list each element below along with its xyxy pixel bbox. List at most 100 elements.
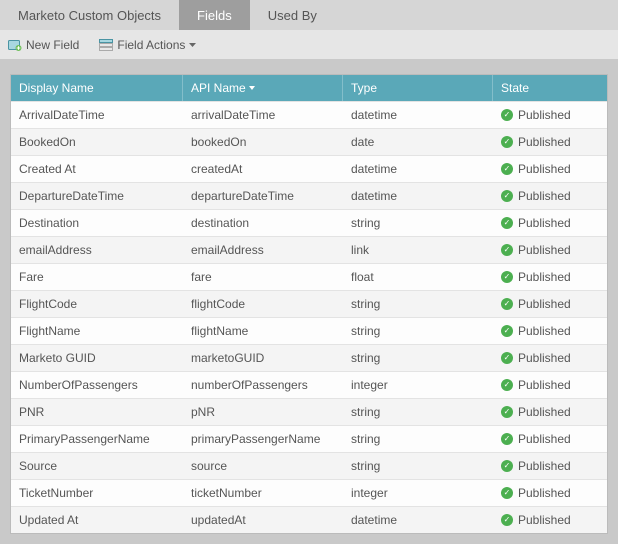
table-row[interactable]: ArrivalDateTimearrivalDateTimedatetime✓P… — [11, 101, 607, 128]
toolbar: New Field Field Actions — [0, 30, 618, 60]
cell-display-name: FlightName — [11, 318, 183, 344]
col-header-display-name[interactable]: Display Name — [11, 75, 183, 101]
cell-state: ✓ Published — [493, 264, 607, 290]
cell-type: datetime — [343, 156, 493, 182]
cell-api-name: numberOfPassengers — [183, 372, 343, 398]
field-actions-button[interactable]: Field Actions — [99, 38, 196, 52]
col-header-label: Type — [351, 81, 377, 95]
tab-used-by[interactable]: Used By — [250, 0, 335, 30]
table-row[interactable]: Destinationdestinationstring✓Published — [11, 209, 607, 236]
state-label: Published — [518, 162, 571, 176]
cell-display-name: TicketNumber — [11, 480, 183, 506]
check-circle-icon: ✓ — [501, 460, 513, 472]
cell-state: ✓ Published — [493, 183, 607, 209]
cell-display-name: Source — [11, 453, 183, 479]
field-actions-icon — [99, 39, 113, 51]
col-header-type[interactable]: Type — [343, 75, 493, 101]
cell-type: string — [343, 426, 493, 452]
fields-table: Display Name API Name Type State Arrival… — [10, 74, 608, 534]
cell-type: string — [343, 453, 493, 479]
cell-type: datetime — [343, 507, 493, 533]
table-row[interactable]: FlightNameflightNamestring✓Published — [11, 317, 607, 344]
tab-custom-objects[interactable]: Marketo Custom Objects — [0, 0, 179, 30]
cell-api-name: pNR — [183, 399, 343, 425]
table-row[interactable]: Farefarefloat✓Published — [11, 263, 607, 290]
state-label: Published — [518, 324, 571, 338]
cell-state: ✓Published — [493, 507, 607, 533]
table-row[interactable]: Sourcesourcestring✓Published — [11, 452, 607, 479]
state-label: Published — [518, 108, 571, 122]
cell-display-name: Updated At — [11, 507, 183, 533]
check-circle-icon: ✓ — [501, 136, 513, 148]
new-field-button[interactable]: New Field — [8, 38, 79, 52]
tab-fields[interactable]: Fields — [179, 0, 250, 30]
check-circle-icon: ✓ — [501, 190, 513, 202]
state-label: Published — [518, 189, 571, 203]
col-header-label: Display Name — [19, 81, 94, 95]
cell-type: string — [343, 399, 493, 425]
check-circle-icon: ✓ — [501, 298, 513, 310]
cell-state: ✓ Published — [493, 399, 607, 425]
state-label: Published — [518, 270, 571, 284]
table-row[interactable]: BookedOnbookedOndate✓Published — [11, 128, 607, 155]
col-header-api-name[interactable]: API Name — [183, 75, 343, 101]
cell-state: ✓Published — [493, 345, 607, 371]
cell-type: string — [343, 318, 493, 344]
table-row[interactable]: Marketo GUIDmarketoGUIDstring✓Published — [11, 344, 607, 371]
cell-display-name: FlightCode — [11, 291, 183, 317]
check-circle-icon: ✓ — [501, 244, 513, 256]
cell-display-name: Created At — [11, 156, 183, 182]
cell-state: ✓Published — [493, 102, 607, 128]
col-header-state[interactable]: State — [493, 75, 607, 101]
table-header-row: Display Name API Name Type State — [11, 75, 607, 101]
cell-state: ✓Published — [493, 291, 607, 317]
state-label: Published — [518, 216, 571, 230]
table-row[interactable]: PrimaryPassengerNameprimaryPassengerName… — [11, 425, 607, 452]
cell-display-name: Marketo GUID — [11, 345, 183, 371]
check-circle-icon: ✓ — [501, 406, 513, 418]
cell-type: string — [343, 291, 493, 317]
cell-state: ✓Published — [493, 426, 607, 452]
content-area: Display Name API Name Type State Arrival… — [0, 60, 618, 544]
cell-display-name: DepartureDateTime — [11, 183, 183, 209]
cell-type: link — [343, 237, 493, 263]
cell-api-name: createdAt — [183, 156, 343, 182]
col-header-label: API Name — [191, 81, 246, 95]
cell-state: ✓Published — [493, 129, 607, 155]
cell-display-name: Destination — [11, 210, 183, 236]
check-circle-icon: ✓ — [501, 271, 513, 283]
cell-api-name: primaryPassengerName — [183, 426, 343, 452]
chevron-down-icon — [189, 43, 196, 47]
cell-state: ✓Published — [493, 210, 607, 236]
tab-bar: Marketo Custom Objects Fields Used By — [0, 0, 618, 30]
table-row[interactable]: PNRpNRstring✓Published — [11, 398, 607, 425]
cell-api-name: updatedAt — [183, 507, 343, 533]
cell-display-name: ArrivalDateTime — [11, 102, 183, 128]
tab-label: Used By — [268, 8, 317, 23]
table-row[interactable]: Created AtcreatedAtdatetime✓Published — [11, 155, 607, 182]
cell-type: integer — [343, 372, 493, 398]
cell-display-name: PrimaryPassengerName — [11, 426, 183, 452]
cell-state: ✓Published — [493, 372, 607, 398]
table-row[interactable]: DepartureDateTimedepartureDateTimedateti… — [11, 182, 607, 209]
cell-state: ✓Published — [493, 453, 607, 479]
state-label: Published — [518, 513, 571, 527]
state-label: Published — [518, 405, 571, 419]
state-label: Published — [518, 378, 571, 392]
table-row[interactable]: TicketNumberticketNumberinteger✓Publishe… — [11, 479, 607, 506]
table-row[interactable]: NumberOfPassengersnumberOfPassengersinte… — [11, 371, 607, 398]
check-circle-icon: ✓ — [501, 433, 513, 445]
table-row[interactable]: Updated AtupdatedAtdatetime✓Published — [11, 506, 607, 533]
cell-display-name: BookedOn — [11, 129, 183, 155]
cell-type: string — [343, 210, 493, 236]
cell-display-name: emailAddress — [11, 237, 183, 263]
cell-type: datetime — [343, 102, 493, 128]
cell-api-name: emailAddress — [183, 237, 343, 263]
cell-type: integer — [343, 480, 493, 506]
table-row[interactable]: emailAddressemailAddresslink✓Published — [11, 236, 607, 263]
table-row[interactable]: FlightCodeflightCodestring✓Published — [11, 290, 607, 317]
cell-api-name: source — [183, 453, 343, 479]
tab-label: Marketo Custom Objects — [18, 8, 161, 23]
check-circle-icon: ✓ — [501, 487, 513, 499]
cell-type: string — [343, 345, 493, 371]
